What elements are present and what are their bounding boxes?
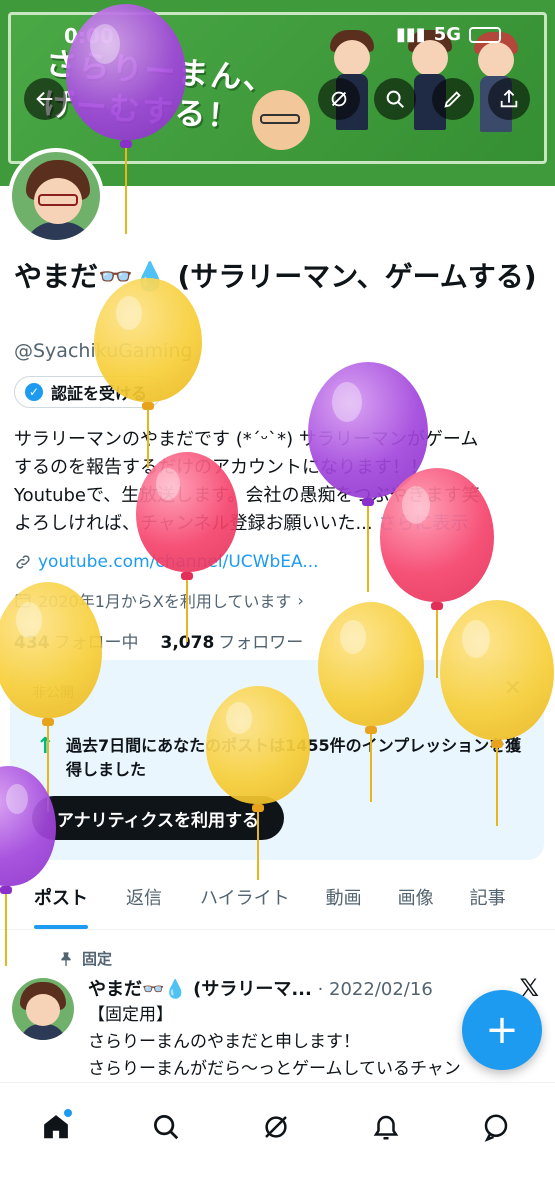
plus-icon: + — [485, 1007, 519, 1053]
get-verified-label: 認証を受ける — [51, 384, 148, 403]
analytics-text: 過去7日間にあなたのポストは1455件のインプレッションを獲得しました — [66, 736, 522, 779]
post-body[interactable]: 【固定用】 さらりーまんのやまだと申します！ さらりーまんがだら～っとゲームして… — [88, 1002, 528, 1083]
nav-search[interactable] — [146, 1107, 186, 1147]
banner-title: さらりーまん、 げーむする！ — [41, 46, 278, 136]
network-label: 5G — [433, 24, 461, 45]
following-link[interactable]: 434 フォロー中 — [14, 628, 139, 653]
show-more-link[interactable]: さらに表示 — [378, 513, 468, 534]
website-link[interactable]: youtube.com/channel/UCWbEA... — [38, 552, 319, 572]
grok-button[interactable] — [318, 78, 360, 120]
edit-button[interactable] — [432, 78, 474, 120]
nav-notifications[interactable] — [366, 1107, 406, 1147]
link-icon — [16, 555, 30, 569]
edit-icon — [444, 91, 461, 108]
nav-grok[interactable] — [256, 1107, 296, 1147]
arrow-left-icon — [36, 91, 53, 107]
tab-highlights[interactable]: ハイライト — [186, 872, 304, 929]
private-label: 非公開 — [32, 685, 74, 701]
post-avatar[interactable] — [12, 978, 74, 1040]
verified-badge-icon: ✓ — [25, 383, 43, 401]
joined-label: 2020年1月からXを利用しています — [38, 592, 292, 611]
status-time: 0:00 — [64, 24, 114, 48]
grok-icon — [331, 91, 347, 107]
profile-name: やまだ👓💧 (サラリーマン、ゲームする) — [14, 260, 537, 293]
arrow-up-icon: ↑ — [36, 734, 55, 759]
banner-character-1 — [250, 80, 310, 160]
chevron-right-icon: › — [297, 590, 304, 610]
bio-line: するのを報告するだけのアカウントになります！！ — [14, 457, 428, 478]
bell-icon — [373, 1115, 399, 1140]
calendar-icon — [15, 593, 31, 608]
tab-posts[interactable]: ポスト — [20, 872, 102, 929]
pinned-label: 固定 — [82, 950, 113, 968]
compose-button[interactable]: + — [462, 990, 542, 1070]
post-author[interactable]: やまだ👓💧 (サラリーマ... — [88, 979, 312, 1000]
bottom-navigation — [0, 1082, 555, 1200]
notification-dot — [64, 1109, 72, 1117]
close-icon[interactable]: ✕ — [504, 676, 522, 701]
bio-line: よろしければ、チャンネル登録お願いいた... さらに表示 — [14, 513, 469, 534]
nav-messages[interactable] — [476, 1107, 516, 1147]
tab-images[interactable]: 画像 — [384, 872, 448, 929]
profile-handle: @SyachikuGaming — [14, 340, 193, 362]
follow-stats: 434 フォロー中 3,078 フォロワー — [14, 628, 303, 653]
search-icon — [154, 1115, 179, 1140]
search-button[interactable] — [374, 78, 416, 120]
followers-link[interactable]: 3,078 フォロワー — [161, 628, 304, 653]
grok-icon — [265, 1116, 287, 1138]
bio-line: サラリーマンのやまだです (*´ᵕ`*) サラリーマンがゲーム — [14, 429, 479, 450]
profile-avatar[interactable] — [8, 148, 104, 244]
tab-replies[interactable]: 返信 — [112, 872, 176, 929]
tab-videos[interactable]: 動画 — [312, 872, 376, 929]
signal-icon: ▮▮▮ — [395, 24, 426, 45]
status-indicators: ▮▮▮ 5G — [396, 24, 501, 45]
post-header: やまだ👓💧 (サラリーマ... · 2022/02/16 — [88, 975, 508, 1001]
post-date: · 2022/02/16 — [317, 979, 433, 1000]
joined-date[interactable]: 2020年1月からXを利用しています › — [14, 588, 304, 612]
post-line: さらりーまんがだら～っとゲームしているチャン — [88, 1059, 461, 1079]
profile-website[interactable]: youtube.com/channel/UCWbEA... — [14, 552, 319, 572]
battery-icon — [469, 26, 501, 43]
search-icon — [386, 90, 404, 108]
pin-icon — [61, 951, 71, 966]
share-button[interactable] — [488, 78, 530, 120]
back-button[interactable] — [24, 78, 66, 120]
nav-home[interactable] — [36, 1107, 76, 1147]
pinned-indicator: 固定 — [58, 948, 112, 969]
share-icon — [500, 89, 518, 108]
profile-tabs: ポスト 返信 ハイライト 動画 画像 記事 — [0, 872, 555, 930]
analytics-card: 非公開 ✕ ↑ 過去7日間にあなたのポストは1455件のインプレッションを獲得し… — [10, 660, 544, 860]
analytics-button[interactable]: アナリティクスを利用する — [32, 796, 284, 840]
get-verified-button[interactable]: ✓ 認証を受ける — [14, 376, 163, 408]
message-icon — [484, 1114, 508, 1142]
bio-line: Youtubeで、生放送します。会社の愚痴をつぶやきます笑 — [14, 485, 480, 506]
profile-bio: サラリーマンのやまだです (*´ᵕ`*) サラリーマンがゲーム するのを報告する… — [14, 426, 544, 538]
tab-articles[interactable]: 記事 — [456, 872, 520, 929]
